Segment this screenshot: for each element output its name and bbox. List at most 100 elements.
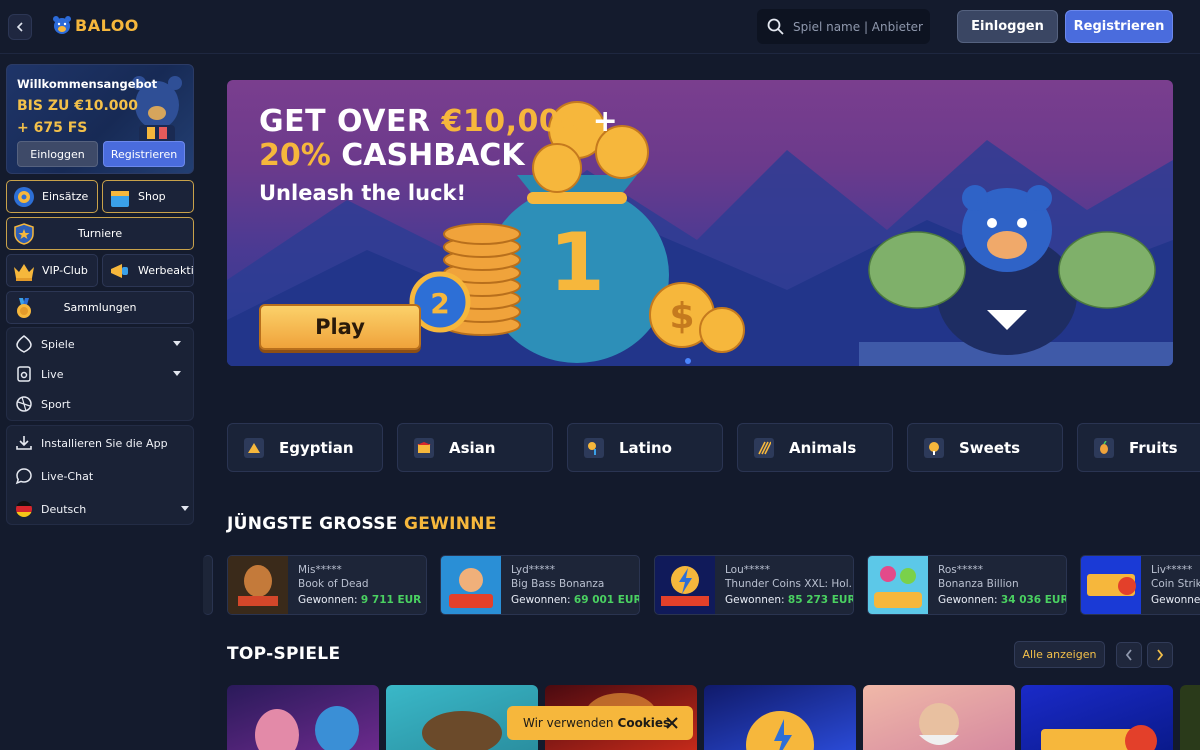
category-label: Animals — [789, 438, 857, 457]
tile-label: Sammlungen — [63, 301, 137, 314]
carousel-dot[interactable] — [685, 358, 691, 364]
chevron-down-icon — [173, 341, 181, 346]
maracas-icon — [584, 437, 604, 458]
welcome-title: Willkommensangebot — [17, 77, 158, 91]
welcome-register-button[interactable]: Registrieren — [103, 141, 185, 167]
win-card[interactable]: Liv***** Coin Strike Gewonnen: — [1080, 555, 1200, 615]
sidebar-item-games[interactable]: Spiele — [7, 329, 193, 359]
game-card[interactable] — [863, 685, 1015, 750]
win-amount: 9 711 EUR — [360, 594, 422, 606]
sidebar-item-sport[interactable]: Sport — [7, 389, 193, 419]
win-amount: 34 036 EUR — [1000, 594, 1067, 606]
prev-button[interactable] — [1116, 642, 1142, 668]
category-label: Fruits — [1129, 438, 1178, 457]
sidebar-tile-shop[interactable]: Shop — [102, 180, 194, 213]
register-button[interactable]: Registrieren — [1065, 10, 1173, 43]
won-label: Gewonnen: — [938, 594, 998, 606]
live-cards-icon — [17, 366, 31, 382]
category-animals[interactable]: Animals — [737, 423, 893, 472]
menu-label: Spiele — [41, 337, 75, 351]
sidebar-item-install-app[interactable]: Installieren Sie die App — [7, 428, 193, 458]
game-card[interactable] — [704, 685, 856, 750]
logo-text: BALOO — [75, 15, 139, 35]
claw-icon — [754, 437, 774, 458]
download-icon — [16, 436, 32, 450]
sidebar: Willkommensangebot BIS ZU €10.000 + 675 … — [0, 54, 200, 750]
sidebar-tile-vip[interactable]: VIP-Club — [6, 254, 98, 287]
win-amount-row: Gewonnen: 9 711 EUR — [298, 594, 421, 606]
play-button[interactable]: Play — [259, 304, 421, 350]
win-card[interactable]: Mis***** Book of Dead Gewonnen: 9 711 EU… — [227, 555, 427, 615]
game-card[interactable] — [1021, 685, 1173, 750]
banner-headline-plus: + — [581, 104, 619, 139]
win-game-name: Book of Dead — [298, 578, 369, 590]
recent-wins-title-prefix: JÜNGSTE GROSSE — [227, 514, 404, 534]
promo-banner[interactable]: 1 2 $ GET OVER €10,000 + 20% CASHBACK Un… — [227, 80, 1173, 366]
banner-cashback: 20% CASHBACK — [259, 138, 525, 173]
game-thumbnail — [441, 556, 501, 614]
cookie-bold: Cookies — [617, 716, 671, 730]
language-selector[interactable]: Deutsch — [7, 494, 193, 524]
win-card[interactable]: Ros***** Bonanza Billion Gewonnen: 34 03… — [867, 555, 1067, 615]
recent-wins-title-accent: GEWINNE — [403, 514, 497, 534]
game-card-partial — [1180, 685, 1200, 750]
sidebar-tile-collections[interactable]: Sammlungen — [6, 291, 194, 324]
german-flag-icon — [16, 501, 32, 517]
win-card[interactable]: Lyd***** Big Bass Bonanza Gewonnen: 69 0… — [440, 555, 640, 615]
next-button[interactable] — [1147, 642, 1173, 668]
won-label: Gewonnen: — [511, 594, 571, 606]
win-amount-row: Gewonnen: — [1151, 594, 1200, 606]
category-asian[interactable]: Asian — [397, 423, 553, 472]
cookie-banner: Wir verwenden Cookies — [507, 706, 693, 740]
game-thumbnail — [1081, 556, 1141, 614]
tile-label: Turniere — [77, 227, 123, 240]
winner-name: Ros***** — [938, 564, 983, 576]
close-icon[interactable] — [665, 716, 679, 730]
top-games-title: TOP-SPIELE — [227, 644, 341, 664]
chevron-down-icon — [173, 371, 181, 376]
category-egyptian[interactable]: Egyptian — [227, 423, 383, 472]
welcome-offer-card[interactable]: Willkommensangebot BIS ZU €10.000 + 675 … — [6, 64, 194, 174]
category-latino[interactable]: Latino — [567, 423, 723, 472]
search-input[interactable] — [793, 19, 923, 34]
tile-label: VIP-Club — [42, 264, 88, 277]
sidebar-item-live-chat[interactable]: Live-Chat — [7, 461, 193, 491]
win-game-name: Coin Strike — [1151, 578, 1200, 590]
collapse-sidebar-button[interactable] — [8, 14, 32, 40]
game-thumbnail — [655, 556, 715, 614]
win-amount: 69 001 EUR — [573, 594, 640, 606]
megaphone-icon — [111, 263, 128, 278]
banner-cashback-label: CASHBACK — [330, 138, 525, 173]
svg-text:1: 1 — [549, 216, 605, 309]
show-all-button[interactable]: Alle anzeigen — [1014, 641, 1105, 668]
chevron-left-icon — [1125, 649, 1132, 661]
banner-headline: GET OVER €10,000 + — [259, 104, 618, 139]
baloo-logo[interactable]: BALOO — [52, 14, 139, 36]
winner-name: Mis***** — [298, 564, 342, 576]
search-icon — [767, 18, 784, 35]
chevron-right-icon — [1157, 649, 1164, 661]
sidebar-item-live[interactable]: Live — [7, 359, 193, 389]
asian-icon — [414, 437, 434, 458]
win-game-name: Thunder Coins XXL: Hol... — [725, 578, 854, 590]
win-card[interactable]: Lou***** Thunder Coins XXL: Hol... Gewon… — [654, 555, 854, 615]
welcome-login-button[interactable]: Einloggen — [17, 141, 98, 167]
game-thumbnail — [868, 556, 928, 614]
winner-name: Lyd***** — [511, 564, 556, 576]
sidebar-tile-promotions[interactable]: Werbeaktione — [102, 254, 194, 287]
sidebar-tile-bets[interactable]: Einsätze — [6, 180, 98, 213]
won-label: Gewonnen: — [725, 594, 785, 606]
tile-label: Einsätze — [42, 190, 89, 203]
game-thumbnail — [255, 706, 359, 750]
game-card[interactable] — [227, 685, 379, 750]
sidebar-tile-tournaments[interactable]: Turniere — [6, 217, 194, 250]
top-header: BALOO Einloggen Registrieren — [0, 0, 1200, 54]
category-fruits[interactable]: Fruits — [1077, 423, 1200, 472]
winner-name: Lou***** — [725, 564, 770, 576]
login-button[interactable]: Einloggen — [957, 10, 1058, 43]
search-box[interactable] — [757, 9, 930, 44]
category-label: Sweets — [959, 438, 1021, 457]
category-sweets[interactable]: Sweets — [907, 423, 1063, 472]
bear-logo-icon — [53, 16, 71, 34]
category-label: Egyptian — [279, 438, 354, 457]
